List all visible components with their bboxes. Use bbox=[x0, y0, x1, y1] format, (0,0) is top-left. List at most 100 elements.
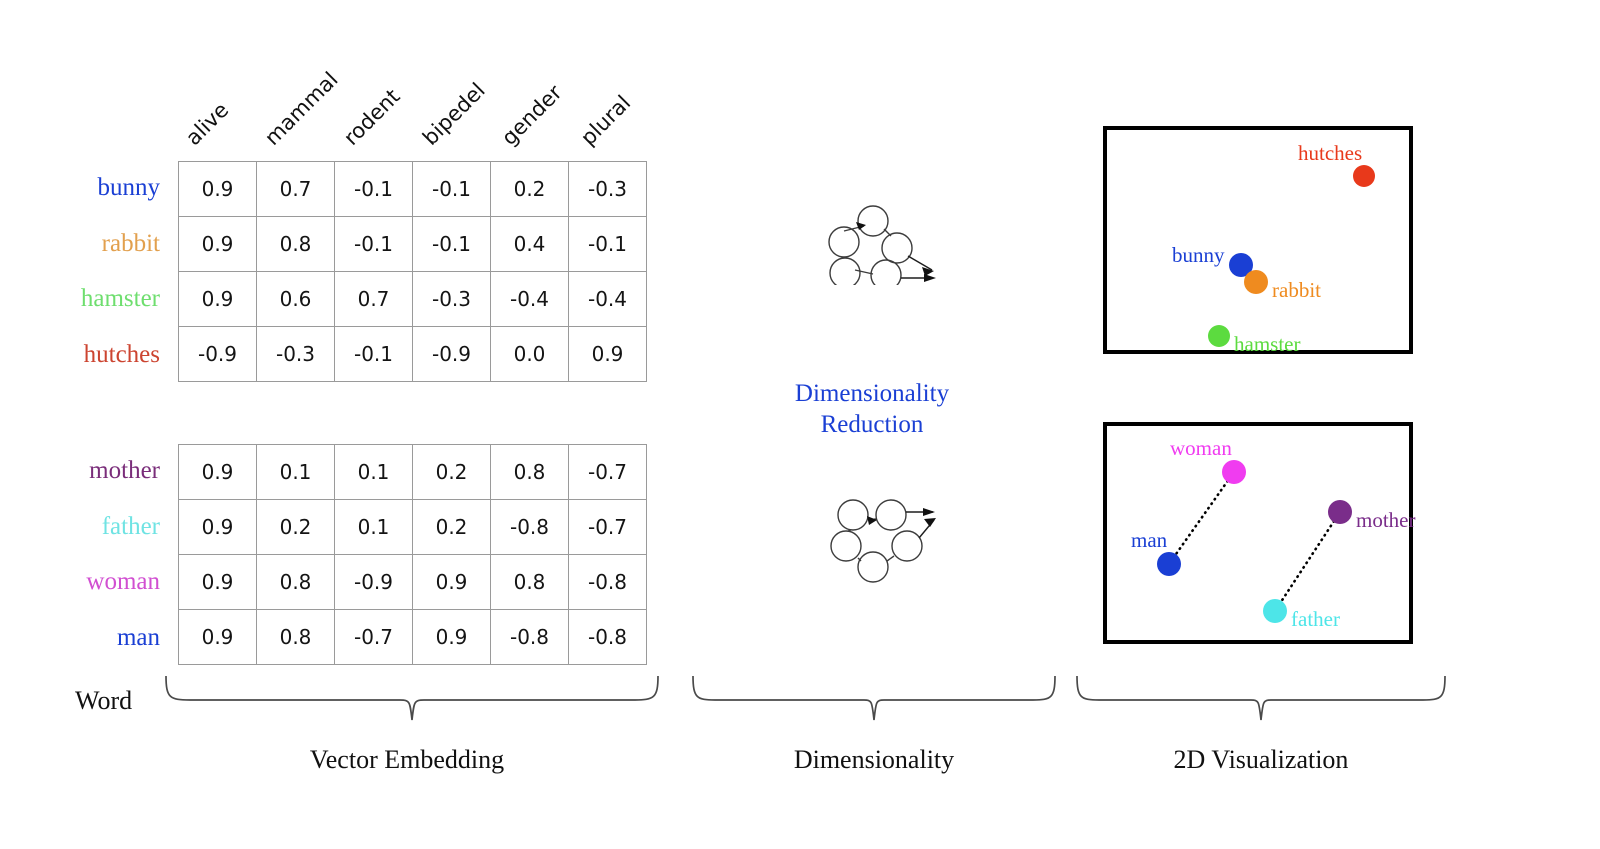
cell-hamster-plural: -0.4 bbox=[568, 271, 647, 327]
row-label-text: mother bbox=[89, 457, 160, 484]
cell-hutches-rodent: -0.1 bbox=[334, 326, 413, 382]
connector-mother-father bbox=[1273, 510, 1342, 613]
cell-rabbit-bipedel: -0.1 bbox=[412, 216, 491, 272]
network-graph-icon-top bbox=[828, 205, 936, 285]
row-label-woman: woman bbox=[10, 568, 160, 596]
data-point-rabbit bbox=[1244, 270, 1268, 294]
data-point-label-hamster: hamster bbox=[1234, 332, 1301, 356]
cell-man-bipedel: 0.9 bbox=[412, 609, 491, 665]
column-header-rodent: rodent bbox=[339, 84, 405, 150]
data-point-woman bbox=[1222, 460, 1246, 484]
scatter-plot-animals: hutches bunny rabbit hamster bbox=[1103, 126, 1413, 356]
table-row: 0.9 0.2 0.1 0.2 -0.8 -0.7 bbox=[178, 499, 647, 555]
row-label-father: father bbox=[10, 513, 160, 541]
table-row: 0.9 0.7 -0.1 -0.1 0.2 -0.3 bbox=[178, 161, 647, 217]
data-point-hamster bbox=[1208, 325, 1230, 347]
data-point-label-woman: woman bbox=[1170, 436, 1232, 460]
cell-hamster-alive: 0.9 bbox=[178, 271, 257, 327]
cell-mother-alive: 0.9 bbox=[178, 444, 257, 500]
cell-mother-gender: 0.8 bbox=[490, 444, 569, 500]
cell-bunny-plural: -0.3 bbox=[568, 161, 647, 217]
cell-mother-rodent: 0.1 bbox=[334, 444, 413, 500]
cell-woman-alive: 0.9 bbox=[178, 554, 257, 610]
word-axis-label: Word bbox=[75, 686, 133, 715]
cell-father-mammal: 0.2 bbox=[256, 499, 335, 555]
table-row: 0.9 0.8 -0.1 -0.1 0.4 -0.1 bbox=[178, 216, 647, 272]
table-row: 0.9 0.1 0.1 0.2 0.8 -0.7 bbox=[178, 444, 647, 500]
connector-woman-man bbox=[1167, 470, 1236, 566]
cell-mother-plural: -0.7 bbox=[568, 444, 647, 500]
network-graph-icon-bottom bbox=[830, 499, 936, 583]
brace-label-dimensionality: Dimensionality bbox=[793, 745, 955, 774]
cell-rabbit-mammal: 0.8 bbox=[256, 216, 335, 272]
column-header-alive: alive bbox=[181, 97, 234, 150]
cell-hamster-rodent: 0.7 bbox=[334, 271, 413, 327]
row-label-text: rabbit bbox=[101, 229, 160, 257]
data-point-label-man: man bbox=[1131, 528, 1168, 552]
cell-rabbit-gender: 0.4 bbox=[490, 216, 569, 272]
row-label-man: man bbox=[10, 624, 160, 652]
cell-father-bipedel: 0.2 bbox=[412, 499, 491, 555]
brace-vector-embedding bbox=[165, 675, 659, 721]
brace-dimensionality bbox=[692, 675, 1056, 721]
cell-woman-rodent: -0.9 bbox=[334, 554, 413, 610]
data-point-label-mother: mother bbox=[1356, 508, 1416, 532]
cell-man-mammal: 0.8 bbox=[256, 609, 335, 665]
row-label-text: hamster bbox=[80, 285, 160, 312]
cell-hamster-mammal: 0.6 bbox=[256, 271, 335, 327]
cell-woman-plural: -0.8 bbox=[568, 554, 647, 610]
brace-2d-visualization bbox=[1076, 675, 1446, 721]
cell-hamster-gender: -0.4 bbox=[490, 271, 569, 327]
data-point-label-hutches: hutches bbox=[1298, 141, 1363, 165]
cell-bunny-alive: 0.9 bbox=[178, 161, 257, 217]
cell-hamster-bipedel: -0.3 bbox=[412, 271, 491, 327]
table-row: -0.9 -0.3 -0.1 -0.9 0.0 0.9 bbox=[178, 326, 647, 382]
row-label-bunny: bunny bbox=[10, 174, 161, 202]
embedding-table-animals: 0.9 0.7 -0.1 -0.1 0.2 -0.3 0.9 0.8 -0.1 -0.1 0.4 -0… bbox=[178, 161, 647, 382]
dimred-line-2: Reduction bbox=[820, 411, 924, 439]
embedding-table-people: 0.9 0.1 0.1 0.2 0.8 -0.7 0.9 0.2 0.1 0.2 -0.8 -0.7 0… bbox=[178, 444, 647, 665]
table-row: 0.9 0.8 -0.7 0.9 -0.8 -0.8 bbox=[178, 609, 647, 665]
row-label-text: bunny bbox=[97, 174, 161, 201]
cell-hutches-plural: 0.9 bbox=[568, 326, 647, 382]
cell-woman-gender: 0.8 bbox=[490, 554, 569, 610]
data-point-label-father: father bbox=[1291, 607, 1340, 631]
cell-man-gender: -0.8 bbox=[490, 609, 569, 665]
column-header-plural: plural bbox=[576, 90, 636, 150]
cell-bunny-mammal: 0.7 bbox=[256, 161, 335, 217]
brace-label-vector-embedding: Vector Embedding bbox=[309, 745, 505, 774]
cell-man-rodent: -0.7 bbox=[334, 609, 413, 665]
row-label-hutches: hutches bbox=[10, 341, 160, 369]
cell-father-alive: 0.9 bbox=[178, 499, 257, 555]
cell-hutches-mammal: -0.3 bbox=[256, 326, 335, 382]
cell-bunny-bipedel: -0.1 bbox=[412, 161, 491, 217]
row-label-text: hutches bbox=[83, 340, 160, 368]
cell-father-gender: -0.8 bbox=[490, 499, 569, 555]
cell-man-plural: -0.8 bbox=[568, 609, 647, 665]
cell-man-alive: 0.9 bbox=[178, 609, 257, 665]
table-row: 0.9 0.8 -0.9 0.9 0.8 -0.8 bbox=[178, 554, 647, 610]
brace-label-2d-visualization: 2D Visualization bbox=[1173, 745, 1349, 774]
cell-rabbit-alive: 0.9 bbox=[178, 216, 257, 272]
column-header-gender: gender bbox=[497, 80, 567, 150]
data-point-father bbox=[1263, 599, 1287, 623]
diagram-canvas: alive mammal rodent bipedel gender plural bun… bbox=[0, 0, 1600, 849]
cell-woman-bipedel: 0.9 bbox=[412, 554, 491, 610]
data-point-label-rabbit: rabbit bbox=[1272, 278, 1321, 302]
cell-mother-bipedel: 0.2 bbox=[412, 444, 491, 500]
cell-hutches-alive: -0.9 bbox=[178, 326, 257, 382]
cell-rabbit-plural: -0.1 bbox=[568, 216, 647, 272]
column-header-mammal: mammal bbox=[260, 67, 343, 150]
cell-father-rodent: 0.1 bbox=[334, 499, 413, 555]
cell-hutches-bipedel: -0.9 bbox=[412, 326, 491, 382]
dimensionality-reduction-label: Dimensionality Reduction bbox=[722, 378, 1022, 441]
scatter-plot-people: woman mother man father bbox=[1103, 422, 1416, 644]
row-label-mother: mother bbox=[10, 457, 160, 485]
column-header-bipedel: bipedel bbox=[418, 78, 490, 150]
row-label-text: father bbox=[101, 512, 160, 540]
data-point-man bbox=[1157, 552, 1181, 576]
data-point-mother bbox=[1328, 500, 1352, 524]
row-label-text: woman bbox=[86, 568, 160, 595]
cell-rabbit-rodent: -0.1 bbox=[334, 216, 413, 272]
data-point-label-bunny: bunny bbox=[1172, 243, 1225, 267]
